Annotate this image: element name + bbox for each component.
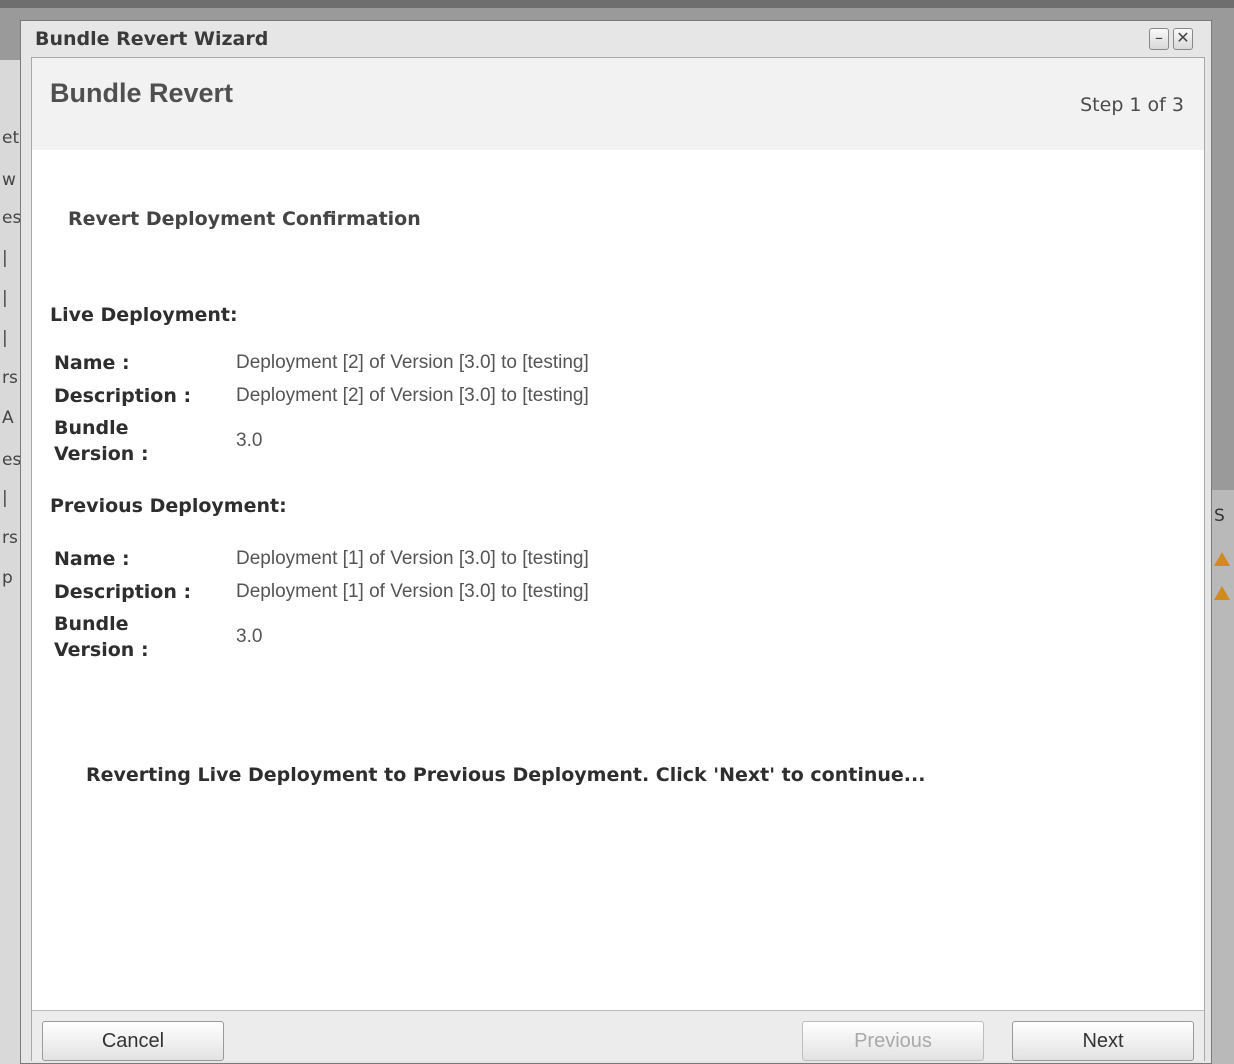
live-bundle-version-label: Bundle Version : [54,415,224,467]
live-name-label: Name : [54,352,130,374]
live-deployment-heading: Live Deployment: [50,304,238,326]
background-text: | [2,328,8,348]
live-bundle-version-value: 3.0 [236,430,263,451]
wizard-body: Bundle Revert Step 1 of 3 Revert Deploym… [31,57,1205,1061]
dialog-title: Bundle Revert Wizard [35,28,269,50]
close-icon: ✕ [1176,28,1190,47]
background-right-panel: S [1210,490,1234,1064]
minimize-icon: – [1155,28,1163,47]
version-label-line: Version : [54,639,149,661]
previous-name-value: Deployment [1] of Version [3.0] to [test… [236,548,589,569]
background-text: rs [2,368,18,388]
previous-description-value: Deployment [1] of Version [3.0] to [test… [236,581,589,602]
background-text: | [2,288,8,308]
live-description-value: Deployment [2] of Version [3.0] to [test… [236,385,589,406]
wizard-header: Bundle Revert Step 1 of 3 [32,58,1204,150]
background-text: es [2,450,22,470]
dialog-titlebar[interactable]: Bundle Revert Wizard – ✕ [21,21,1211,57]
previous-button[interactable]: Previous [802,1021,984,1061]
background-text: es [2,208,22,228]
revert-notice: Reverting Live Deployment to Previous De… [86,764,926,786]
live-description-label: Description : [54,385,192,407]
background-toolbar [0,0,1234,8]
previous-bundle-version-value: 3.0 [236,626,263,647]
background-text: | [2,248,8,268]
live-name-value: Deployment [2] of Version [3.0] to [test… [236,352,589,373]
wizard-step-title: Bundle Revert [50,78,234,108]
cancel-button[interactable]: Cancel [42,1021,224,1061]
background-column-header: S [1214,506,1225,526]
background-text: w [2,170,16,190]
close-button[interactable]: ✕ [1173,28,1193,50]
version-label-line: Version : [54,443,149,465]
previous-deployment-heading: Previous Deployment: [50,495,287,517]
previous-description-label: Description : [54,581,192,603]
background-left-panel: et w es | | | rs A es | rs p [0,60,22,1064]
background-text: p [2,568,13,588]
background-text: rs [2,528,18,548]
previous-name-label: Name : [54,548,130,570]
minimize-button[interactable]: – [1149,28,1169,50]
warning-icon [1214,586,1230,600]
bundle-label-line: Bundle [54,417,129,439]
next-button[interactable]: Next [1012,1021,1194,1061]
confirmation-heading: Revert Deployment Confirmation [68,208,421,230]
wizard-footer: Cancel Previous Next [32,1010,1204,1061]
background-text: A [2,408,14,428]
background-text: | [2,488,8,508]
warning-icon [1214,552,1230,566]
bundle-label-line: Bundle [54,613,129,635]
bundle-revert-wizard-dialog: Bundle Revert Wizard – ✕ Bundle Revert S… [20,20,1212,1064]
step-indicator: Step 1 of 3 [1080,94,1184,116]
previous-bundle-version-label: Bundle Version : [54,611,224,663]
background-text: et [2,128,20,148]
